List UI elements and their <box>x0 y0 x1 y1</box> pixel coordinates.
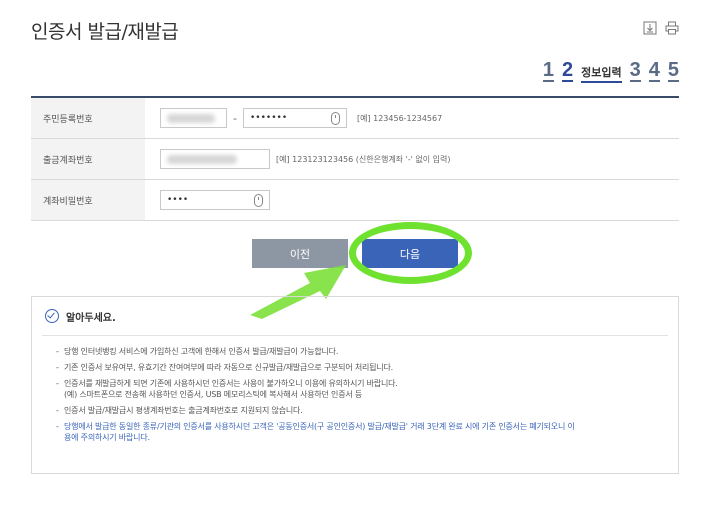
masked-value <box>167 154 237 164</box>
account-number-input[interactable] <box>160 149 270 169</box>
notice-item-line: (예) 스마트폰으로 전송해 사용하던 인증서, USB 메모리스틱에 복사해서… <box>64 390 363 399</box>
resident-number-back-value: ••••••• <box>249 113 288 123</box>
form-table: 주민등록번호 - ••••••• [예] 123456-1234567 출금계좌… <box>31 96 679 221</box>
download-icon[interactable] <box>643 21 657 35</box>
notice-item: 인증서 발급/재발급시 평생계좌번호는 출금계좌번호로 지원되지 않습니다. <box>56 405 654 416</box>
notice-item: 당행 인터넷뱅킹 서비스에 가입하신 고객에 한해서 인증서 발급/재발급이 가… <box>56 346 654 357</box>
resident-number-label: 주민등록번호 <box>31 98 145 138</box>
notice-header: 알아두세요. <box>42 297 668 336</box>
notice-item-line: 당행에서 발급한 동일한 종류/기관의 인증서를 사용하시던 고객은 '공동인증… <box>64 422 575 431</box>
highlight-circle <box>349 222 472 284</box>
top-toolbar <box>643 21 679 35</box>
notice-item-line: 인증서를 재발급하게 되면 기존에 사용하시던 인증서는 사용이 불가하오니 이… <box>64 379 398 388</box>
resident-number-front-input[interactable] <box>160 108 227 128</box>
mouse-keyboard-icon[interactable] <box>330 112 340 125</box>
step-5: 5 <box>667 59 679 82</box>
step-2-label: 정보입력 <box>581 66 622 83</box>
notice-item: 인증서를 재발급하게 되면 기존에 사용하시던 인증서는 사용이 불가하오니 이… <box>56 378 654 400</box>
notice-item-line: 용에 주의하시기 바랍니다. <box>64 433 150 442</box>
check-circle-icon <box>45 309 59 323</box>
resident-number-hint: [예] 123456-1234567 <box>356 113 443 123</box>
notice-list: 당행 인터넷뱅킹 서비스에 가입하신 고객에 한해서 인증서 발급/재발급이 가… <box>32 336 678 443</box>
account-number-hint: [예] 123123123456 (신한은행계좌 '-' 없이 입력) <box>276 154 451 164</box>
separator-dash: - <box>233 111 237 125</box>
step-2: 2 <box>562 59 574 82</box>
resident-number-back-input[interactable]: ••••••• <box>242 108 347 128</box>
form-row-account-number: 출금계좌번호 [예] 123123123456 (신한은행계좌 '-' 없이 입… <box>31 139 679 180</box>
account-password-label: 계좌비밀번호 <box>31 180 145 220</box>
step-indicator: 1 2 정보입력 3 4 5 <box>542 59 679 83</box>
masked-value <box>167 113 215 123</box>
account-password-input[interactable]: •••• <box>160 190 270 210</box>
notice-item: 당행에서 발급한 동일한 종류/기관의 인증서를 사용하시던 고객은 '공동인증… <box>56 421 654 443</box>
mouse-keyboard-icon[interactable] <box>254 194 263 207</box>
form-row-resident-number: 주민등록번호 - ••••••• [예] 123456-1234567 <box>31 98 679 139</box>
account-number-label: 출금계좌번호 <box>31 139 145 179</box>
notice-title: 알아두세요. <box>66 312 116 324</box>
form-row-account-password: 계좌비밀번호 •••• <box>31 180 679 221</box>
notice-item: 기존 인증서 보유여부, 유효기간 잔여여부에 따라 자동으로 신규발급/재발급… <box>56 362 654 373</box>
step-3: 3 <box>629 59 641 82</box>
notice-box: 알아두세요. 당행 인터넷뱅킹 서비스에 가입하신 고객에 한해서 인증서 발급… <box>31 296 679 474</box>
page-title: 인증서 발급/재발급 <box>31 21 179 43</box>
account-password-value: •••• <box>167 195 189 205</box>
step-4: 4 <box>648 59 660 82</box>
print-icon[interactable] <box>665 21 679 35</box>
step-1: 1 <box>542 59 555 82</box>
